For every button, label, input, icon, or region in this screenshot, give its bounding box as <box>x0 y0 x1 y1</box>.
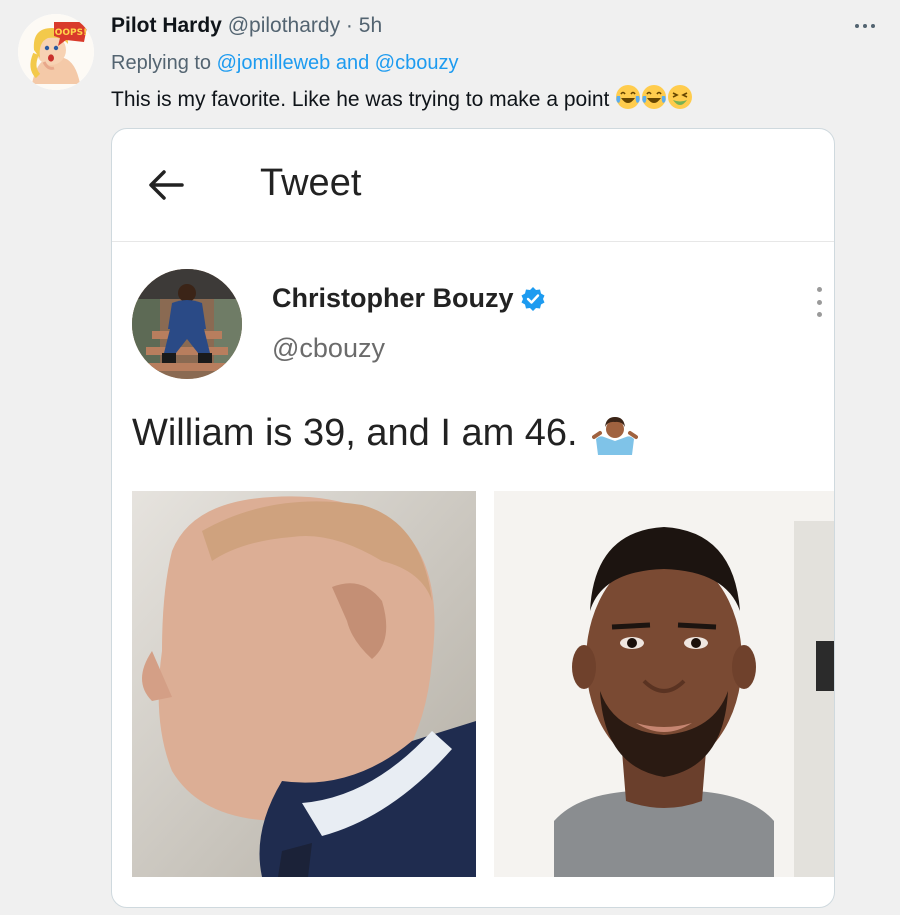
tears-of-joy-icon <box>641 84 667 119</box>
reply-author-name[interactable]: Pilot Hardy <box>111 14 222 37</box>
reply-text-body: This is my favorite. Like he was trying … <box>111 88 610 111</box>
mention-cbouzy[interactable]: @cbouzy <box>375 52 459 74</box>
replying-to-line: Replying to @jomilleweb and @cbouzy <box>111 49 458 77</box>
embedded-tweet-title: Tweet <box>260 162 362 204</box>
reply-timestamp[interactable]: 5h <box>359 14 382 37</box>
person-shrugging-icon <box>591 409 638 469</box>
embedded-tweet-image[interactable]: Tweet Christopher Bouzy @cbouzy William … <box>111 128 835 908</box>
header-separator: · <box>345 14 353 37</box>
photo-left <box>132 491 476 877</box>
nauseated-face-icon <box>667 84 693 119</box>
replying-to-prefix: Replying to <box>111 52 212 74</box>
reply-author-avatar[interactable]: OOPS! <box>18 14 94 90</box>
photo-right <box>494 491 834 877</box>
mention-jomilleweb[interactable]: @jomilleweb <box>217 52 331 74</box>
mention-and[interactable]: and <box>336 52 369 74</box>
embedded-author-handle: @cbouzy <box>272 333 385 363</box>
reply-header: Pilot Hardy @pilothardy · 5h <box>111 12 382 40</box>
embedded-more-icon <box>814 287 824 317</box>
avatar-illustration: OOPS! <box>18 14 94 90</box>
back-arrow-icon <box>149 170 184 200</box>
embedded-author-avatar <box>132 269 242 379</box>
reply-text: This is my favorite. Like he was trying … <box>111 84 693 119</box>
reply-author-handle[interactable]: @pilothardy <box>228 14 340 37</box>
more-options-icon[interactable] <box>848 14 882 38</box>
embedded-tweet-header: Tweet <box>112 129 834 242</box>
embedded-author-name-text: Christopher Bouzy <box>272 283 514 313</box>
embedded-author-name: Christopher Bouzy <box>272 281 546 315</box>
avatar-badge-text: OOPS! <box>55 28 87 38</box>
tears-of-joy-icon <box>615 84 641 119</box>
verified-badge-icon <box>521 287 545 311</box>
embedded-tweet-text: William is 39, and I am 46. <box>132 407 638 469</box>
embedded-tweet-text-body: William is 39, and I am 46. <box>132 412 578 454</box>
